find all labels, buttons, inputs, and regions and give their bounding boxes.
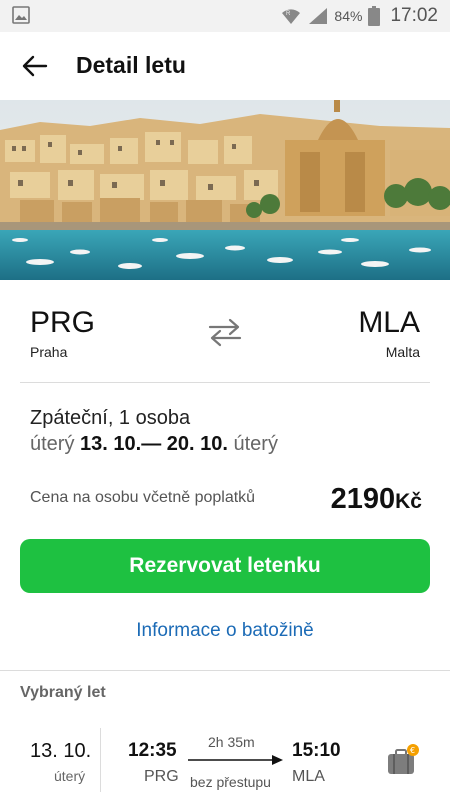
section-title: Vybraný let bbox=[20, 684, 106, 701]
date-separator: — bbox=[141, 433, 162, 455]
destination-city: Malta bbox=[385, 344, 420, 360]
arrow-right-icon bbox=[188, 755, 283, 765]
origin-code: PRG bbox=[30, 306, 96, 339]
page-title: Detail letu bbox=[76, 52, 186, 78]
divider bbox=[0, 670, 450, 671]
signal-icon bbox=[309, 8, 328, 24]
flight-duration: 2h 35m bbox=[208, 734, 255, 750]
depart-day: úterý bbox=[30, 433, 75, 455]
route-summary: PRG Praha MLA Malta bbox=[0, 280, 450, 383]
suitcase-euro-icon: € bbox=[388, 744, 419, 774]
return-date: 20. 10. bbox=[166, 433, 228, 455]
book-ticket-button[interactable]: Rezervovat letenku bbox=[20, 539, 430, 593]
baggage-info-link[interactable]: Informace o batožině bbox=[0, 620, 450, 642]
back-button[interactable] bbox=[18, 50, 52, 82]
svg-text:€: € bbox=[410, 746, 415, 755]
price-amount: 2190 bbox=[330, 483, 396, 515]
origin-city: Praha bbox=[30, 344, 68, 360]
departure-time: 12:35 bbox=[128, 740, 177, 761]
price-row: Cena na osobu včetně poplatků 2190Kč bbox=[30, 483, 422, 519]
status-bar: R 84% 17:02 bbox=[0, 0, 450, 32]
price-label: Cena na osobu včetně poplatků bbox=[30, 489, 256, 506]
price-value: 2190Kč bbox=[331, 483, 422, 516]
app-bar: Detail letu bbox=[0, 32, 450, 100]
wifi-icon: R bbox=[282, 9, 301, 24]
trip-type: Zpáteční, 1 osoba bbox=[30, 407, 191, 429]
divider bbox=[20, 382, 430, 383]
svg-text:R: R bbox=[286, 11, 291, 17]
trip-dates: úterý 13. 10.— 20. 10. úterý bbox=[30, 433, 278, 456]
return-day: úterý bbox=[233, 433, 278, 455]
battery-percent: 84% bbox=[334, 8, 363, 24]
clock: 17:02 bbox=[390, 5, 438, 26]
flight-stops: bez přestupu bbox=[190, 774, 271, 790]
flight-date: 13. 10. bbox=[30, 740, 92, 762]
flight-row[interactable]: 13. 10. úterý 12:35 PRG 2h 35m bez přest… bbox=[0, 724, 450, 800]
arrival-code: MLA bbox=[292, 768, 325, 785]
flight-day: úterý bbox=[54, 768, 86, 784]
arrival-time: 15:10 bbox=[292, 740, 341, 761]
destination-code: MLA bbox=[358, 306, 420, 339]
divider bbox=[100, 728, 101, 792]
destination-photo bbox=[0, 100, 450, 280]
departure-code: PRG bbox=[144, 768, 179, 785]
arrow-left-icon bbox=[22, 55, 48, 77]
depart-date: 13. 10. bbox=[80, 433, 142, 455]
gallery-notification-icon bbox=[12, 6, 30, 24]
battery-icon bbox=[368, 6, 381, 26]
price-currency: Kč bbox=[395, 490, 422, 513]
swap-arrows-icon bbox=[208, 318, 242, 347]
